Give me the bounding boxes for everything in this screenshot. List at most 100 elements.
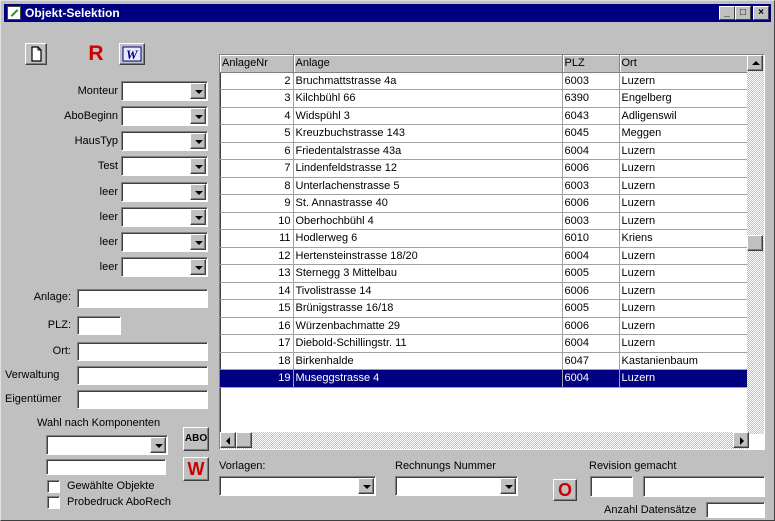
table-row[interactable]: 2 Bruchmattstrasse 4a 6003 Luzern [220, 72, 749, 90]
table-row[interactable]: 12 Hertensteinstrasse 18/20 6004 Luzern [220, 247, 749, 265]
table-row[interactable]: 9 St. Annastrasse 40 6006 Luzern [220, 194, 749, 213]
table-row[interactable]: 3 Kilchbühl 66 6390 Engelberg [220, 89, 749, 108]
filter-select[interactable] [121, 257, 208, 277]
table-cell: Kriens [619, 229, 749, 248]
chevron-down-icon[interactable] [190, 209, 206, 225]
scroll-left-button[interactable] [220, 432, 236, 448]
table-row[interactable]: 17 Diebold-Schillingstr. 11 6004 Luzern [220, 334, 749, 353]
table-cell: 6043 [562, 107, 620, 125]
table-row[interactable]: 4 Widspühl 3 6043 Adligenswil [220, 107, 749, 125]
anlage-input[interactable] [77, 289, 208, 308]
chevron-down-icon[interactable] [190, 133, 206, 149]
table-row[interactable]: 16 Würzenbachmatte 29 6006 Luzern [220, 317, 749, 335]
filter-select[interactable] [121, 106, 208, 126]
table-row[interactable]: 6 Friedentalstrasse 43a 6004 Luzern [220, 142, 749, 160]
scroll-thumb[interactable] [747, 235, 763, 251]
filter-label: Monteur [77, 85, 118, 97]
chevron-down-icon[interactable] [190, 234, 206, 250]
filter-label: HausTyp [74, 135, 118, 147]
anzahl-datensaetze-label: Anzahl Datensätze [604, 504, 697, 516]
new-document-button[interactable] [25, 43, 47, 65]
filter-select[interactable] [121, 207, 208, 227]
column-header[interactable]: Anlage [293, 55, 563, 73]
table-cell: St. Annastrasse 40 [293, 194, 563, 213]
anzahl-datensaetze-input[interactable] [706, 502, 765, 518]
table-cell: 6006 [562, 317, 620, 335]
table-cell: 14 [220, 282, 294, 300]
abo-button[interactable]: ABO [183, 427, 209, 451]
vertical-scrollbar[interactable] [747, 55, 764, 434]
r-button[interactable]: R [85, 42, 107, 66]
table-row[interactable]: 15 Brünigstrasse 16/18 6005 Luzern [220, 299, 749, 318]
column-header[interactable]: PLZ [562, 55, 620, 73]
table-cell: 4 [220, 107, 294, 125]
table-cell: 6003 [562, 72, 620, 90]
table-row[interactable]: 5 Kreuzbuchstrasse 143 6045 Meggen [220, 124, 749, 143]
table-row[interactable]: 19 Museggstrasse 4 6004 Luzern [220, 369, 749, 388]
plz-input[interactable] [77, 316, 121, 335]
filter-select[interactable] [121, 81, 208, 101]
filter-select[interactable] [121, 232, 208, 252]
chevron-down-icon[interactable] [358, 478, 374, 494]
chevron-down-icon[interactable] [190, 158, 206, 174]
verwaltung-label: Verwaltung [5, 369, 60, 381]
column-header[interactable]: AnlageNr [220, 55, 294, 73]
table-row[interactable]: 11 Hodlerweg 6 6010 Kriens [220, 229, 749, 248]
scroll-right-button[interactable] [733, 432, 749, 448]
revision-input-1[interactable] [590, 476, 633, 497]
title-bar[interactable]: Objekt-Selektion _ □ × [4, 4, 771, 22]
eigentuemer-input[interactable] [77, 390, 208, 409]
table-row[interactable]: 8 Unterlachenstrasse 5 6003 Luzern [220, 177, 749, 195]
table-cell: Luzern [619, 159, 749, 178]
filter-select[interactable] [121, 156, 208, 176]
ort-input[interactable] [77, 342, 208, 361]
maximize-button[interactable]: □ [735, 6, 751, 20]
komponenten-text-input[interactable] [46, 459, 166, 475]
rechnungs-nummer-select[interactable] [395, 476, 518, 496]
verwaltung-input[interactable] [77, 366, 208, 385]
o-button[interactable]: O [553, 479, 577, 501]
table-row[interactable]: 7 Lindenfeldstrasse 12 6006 Luzern [220, 159, 749, 178]
table-cell: 10 [220, 212, 294, 230]
table-row[interactable]: 14 Tivolistrasse 14 6006 Luzern [220, 282, 749, 300]
chevron-down-icon[interactable] [190, 108, 206, 124]
table-row[interactable]: 10 Oberhochbühl 4 6003 Luzern [220, 212, 749, 230]
w-button[interactable]: W [183, 457, 209, 481]
table-cell: Luzern [619, 142, 749, 160]
table-cell: Luzern [619, 299, 749, 318]
scroll-up-button[interactable] [747, 55, 763, 71]
table-row[interactable]: 13 Sternegg 3 Mittelbau 6005 Luzern [220, 264, 749, 283]
chevron-down-icon[interactable] [190, 83, 206, 99]
table-cell: Luzern [619, 369, 749, 388]
filter-select[interactable] [121, 182, 208, 202]
table-cell: 6006 [562, 159, 620, 178]
hscroll-thumb[interactable] [236, 432, 252, 448]
table-cell: Luzern [619, 194, 749, 213]
table-cell: 6004 [562, 334, 620, 353]
vorlagen-select[interactable] [219, 476, 376, 496]
komponenten-label: Wahl nach Komponenten [37, 417, 161, 429]
chevron-down-icon[interactable] [190, 259, 206, 275]
plz-label: PLZ: [47, 319, 71, 331]
gewaehlte-objekte-checkbox[interactable] [47, 480, 60, 493]
column-header[interactable]: Ort [619, 55, 749, 73]
filter-select[interactable] [121, 131, 208, 151]
close-button[interactable]: × [753, 6, 769, 20]
table-cell: Engelberg [619, 89, 749, 108]
komponenten-select[interactable] [46, 435, 168, 455]
filter-label: leer [99, 211, 118, 223]
horizontal-scrollbar[interactable] [220, 432, 749, 449]
chevron-down-icon[interactable] [150, 437, 166, 453]
revision-gemacht-label: Revision gemacht [589, 460, 677, 472]
probedruck-checkbox[interactable] [47, 496, 60, 509]
anlage-grid[interactable]: AnlageNr Anlage PLZ Ort 2 Bruchmattstrasse 4… [219, 54, 765, 450]
filter-label: AboBeginn [64, 110, 118, 122]
revision-input-2[interactable] [643, 476, 765, 497]
chevron-down-icon[interactable] [190, 184, 206, 200]
chevron-down-icon[interactable] [500, 478, 516, 494]
w-toolbar-button[interactable]: W [119, 43, 145, 65]
table-cell: Hodlerweg 6 [293, 229, 563, 248]
table-cell: Sternegg 3 Mittelbau [293, 264, 563, 283]
minimize-button[interactable]: _ [719, 6, 735, 20]
table-row[interactable]: 18 Birkenhalde 6047 Kastanienbaum [220, 352, 749, 370]
